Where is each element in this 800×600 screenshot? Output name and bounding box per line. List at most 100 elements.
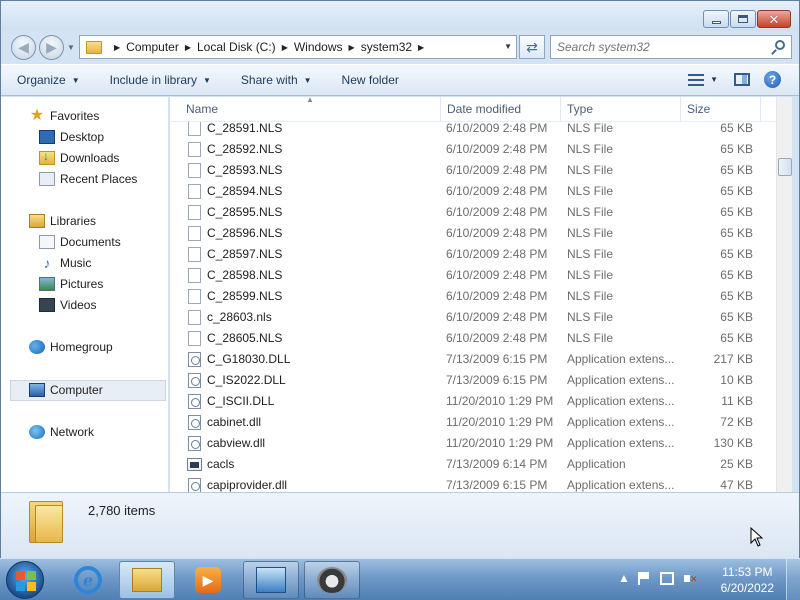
nav-music-label: Music [60,256,92,270]
file-row[interactable]: c_28603.nls 6/10/2009 2:48 PM NLS File 65 K… [170,307,775,328]
refresh-button[interactable]: ⇄ [519,35,545,59]
window-controls: ✕ [702,10,791,28]
nav-documents[interactable]: Documents [39,233,121,251]
preview-pane-icon[interactable] [734,73,750,86]
breadcrumb-separator-icon[interactable]: ▶ [418,43,424,52]
taskbar-control-panel[interactable] [243,561,299,599]
file-row[interactable]: C_28597.NLS 6/10/2009 2:48 PM NLS File 65 K… [170,244,775,265]
file-row[interactable]: C_28598.NLS 6/10/2009 2:48 PM NLS File 65 K… [170,265,775,286]
taskbar-raccoon-app[interactable] [304,561,360,599]
show-hidden-icons-chevron-icon[interactable]: ▲ [618,571,630,585]
nav-homegroup[interactable]: Homegroup [29,338,113,356]
taskbar-windows-media-player[interactable]: ▶ [180,561,236,599]
file-type: NLS File [567,226,614,240]
file-size: 47 KB [720,478,753,492]
clock[interactable]: 11:53 PM 6/20/2022 [721,564,774,596]
column-divider[interactable] [760,97,761,122]
new-folder-button[interactable]: New folder [342,73,399,87]
file-size: 65 KB [720,121,753,135]
show-desktop-button[interactable] [786,559,800,600]
file-row[interactable]: C_ISCII.DLL 11/20/2010 1:29 PM Application… [170,391,775,412]
back-button[interactable]: ◀ [11,35,36,60]
file-name: C_28597.NLS [207,247,283,261]
file-row[interactable]: C_28596.NLS 6/10/2009 2:48 PM NLS File 65 K… [170,223,775,244]
breadcrumb-separator-icon[interactable]: ▶ [349,43,355,52]
column-header-date[interactable]: Date modified [447,102,521,117]
scrollbar-thumb[interactable] [778,158,792,176]
column-divider[interactable] [560,97,561,122]
network-status-icon[interactable] [659,571,674,585]
file-row[interactable]: C_28592.NLS 6/10/2009 2:48 PM NLS File 65 K… [170,139,775,160]
breadcrumb-separator-icon[interactable]: ▶ [114,43,120,52]
folder-icon [29,501,63,543]
volume-muted-icon[interactable] [683,572,698,585]
breadcrumb-separator-icon[interactable]: ▶ [185,43,191,52]
chevron-down-icon: ▼ [71,75,80,85]
nav-computer[interactable]: Computer [29,381,103,399]
file-row[interactable]: C_28599.NLS 6/10/2009 2:48 PM NLS File 65 K… [170,286,775,307]
close-button[interactable]: ✕ [757,10,791,28]
file-size: 72 KB [720,415,753,429]
nav-network[interactable]: Network [29,423,94,441]
address-row: ◀ ▶ ▼ ▶ Computer ▶ Local Disk (C:) ▶ Win… [1,31,799,63]
search-box[interactable] [550,35,792,59]
title-bar[interactable]: ✕ [1,1,799,31]
nav-pictures[interactable]: Pictures [39,275,103,293]
maximize-button[interactable] [730,10,756,28]
documents-icon [39,235,55,249]
file-row[interactable]: capiprovider.dll 7/13/2009 6:15 PM Applica… [170,475,775,492]
file-row[interactable]: C_28605.NLS 6/10/2009 2:48 PM NLS File 65 K… [170,328,775,349]
column-divider[interactable] [440,97,441,122]
nav-documents-label: Documents [60,235,121,249]
breadcrumb-computer[interactable]: Computer [126,40,179,54]
action-center-flag-icon[interactable] [637,571,650,585]
nav-downloads[interactable]: Downloads [39,149,119,167]
nav-videos[interactable]: Videos [39,296,96,314]
taskbar-windows-explorer[interactable] [119,561,175,599]
file-date-modified: 11/20/2010 1:29 PM [446,436,554,450]
file-row[interactable]: C_28594.NLS 6/10/2009 2:48 PM NLS File 65 K… [170,181,775,202]
file-row[interactable]: C_28593.NLS 6/10/2009 2:48 PM NLS File 65 K… [170,160,775,181]
breadcrumb-system32[interactable]: system32 [361,40,412,54]
file-row[interactable]: cabview.dll 11/20/2010 1:29 PM Application… [170,433,775,454]
file-row[interactable]: C_G18030.DLL 7/13/2009 6:15 PM Application… [170,349,775,370]
nav-libraries[interactable]: Libraries [29,212,96,230]
nav-favorites[interactable]: ★ Favorites [29,107,100,125]
column-header-type[interactable]: Type [567,102,593,117]
recent-pages-dropdown-icon[interactable]: ▼ [67,43,75,52]
views-dropdown-icon[interactable]: ▼ [710,75,718,84]
file-row[interactable]: cabinet.dll 11/20/2010 1:29 PM Application… [170,412,775,433]
file-name: C_28605.NLS [207,331,283,345]
organize-menu[interactable]: Organize ▼ [17,73,80,87]
change-view-icon[interactable] [688,73,705,86]
nav-music[interactable]: ♪ Music [39,254,92,272]
breadcrumb-separator-icon[interactable]: ▶ [282,43,288,52]
column-divider[interactable] [680,97,681,122]
file-date-modified: 7/13/2009 6:14 PM [446,457,548,471]
include-in-library-menu[interactable]: Include in library ▼ [110,73,211,87]
breadcrumb-windows[interactable]: Windows [294,40,343,54]
vertical-scrollbar[interactable] [776,97,792,492]
address-dropdown-icon[interactable]: ▼ [504,42,512,51]
column-header-size[interactable]: Size [687,102,710,117]
file-row[interactable]: cacls 7/13/2009 6:14 PM Application 25 KB [170,454,775,475]
search-icon[interactable] [775,40,785,50]
minimize-button[interactable] [703,10,729,28]
search-input[interactable] [551,36,761,58]
start-button[interactable] [6,561,44,599]
forward-button[interactable]: ▶ [39,35,64,60]
nav-desktop[interactable]: Desktop [39,128,104,146]
help-icon[interactable]: ? [764,71,781,88]
dll-file-icon [188,436,201,451]
breadcrumb-local-disk[interactable]: Local Disk (C:) [197,40,276,54]
file-type: Application extens... [567,415,675,429]
taskbar-internet-explorer[interactable]: e [60,561,116,599]
file-row[interactable]: C_28595.NLS 6/10/2009 2:48 PM NLS File 65 K… [170,202,775,223]
nav-recent-places[interactable]: Recent Places [39,170,137,188]
address-bar[interactable]: ▶ Computer ▶ Local Disk (C:) ▶ Windows ▶… [79,35,517,59]
file-row[interactable]: C_IS2022.DLL 7/13/2009 6:15 PM Application… [170,370,775,391]
share-with-menu[interactable]: Share with ▼ [241,73,312,87]
column-header-name[interactable]: Name [186,102,218,117]
file-date-modified: 6/10/2009 2:48 PM [446,163,548,177]
file-date-modified: 6/10/2009 2:48 PM [446,226,548,240]
